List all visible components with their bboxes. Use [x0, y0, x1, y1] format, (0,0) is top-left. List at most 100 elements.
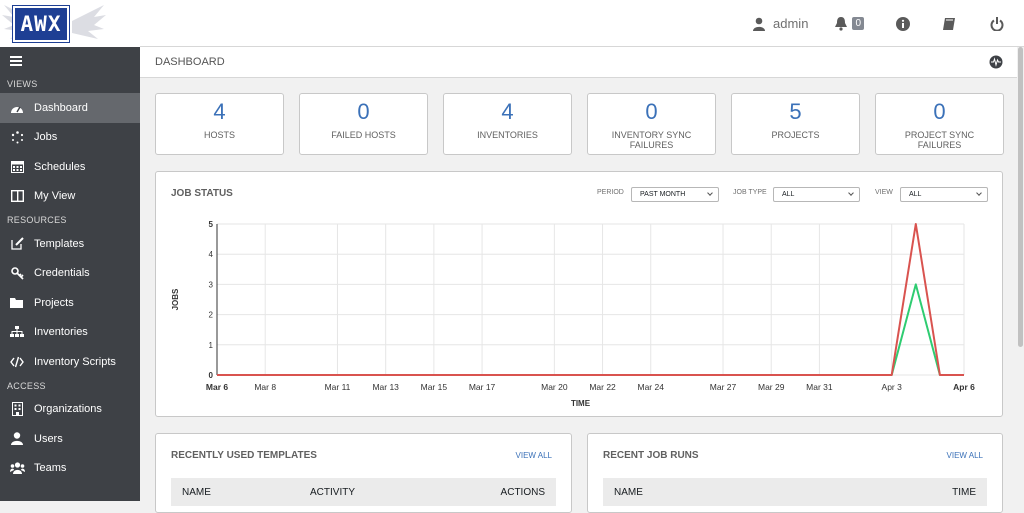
x-tick-label: Mar 20	[541, 382, 568, 392]
count-value: 5	[789, 99, 802, 124]
sidebar-item-schedules[interactable]: Schedules	[0, 152, 140, 182]
recent-templates-title: RECENTLY USED TEMPLATES	[171, 450, 317, 461]
view-label: VIEW	[875, 189, 893, 196]
sidebar-item-templates[interactable]: Templates	[0, 229, 140, 259]
sidebar-item-label: My View	[34, 190, 76, 203]
hamburger-icon	[10, 56, 22, 66]
sidebar-item-credentials[interactable]: Credentials	[0, 259, 140, 289]
count-label: INVENTORIES	[477, 130, 538, 140]
sidebar: VIEWS Dashboard Jobs Schedules My View RESOUR…	[0, 47, 140, 501]
sidebar-item-label: Inventories	[34, 326, 88, 339]
sidebar-item-projects[interactable]: Projects	[0, 288, 140, 318]
key-icon	[8, 266, 26, 280]
count-card-inventory-sync-failures[interactable]: 0 INVENTORY SYNC FAILURES	[587, 93, 716, 155]
sidebar-item-label: Templates	[34, 237, 85, 250]
column-header[interactable]: NAME	[182, 487, 211, 498]
breadcrumb: DASHBOARD	[140, 47, 1017, 78]
sidebar-item-organizations[interactable]: Organizations	[0, 395, 140, 425]
info-button[interactable]	[896, 0, 910, 47]
docs-button[interactable]	[942, 0, 956, 47]
page-scrollbar[interactable]	[1017, 47, 1024, 501]
sidebar-item-my-view[interactable]: My View	[0, 182, 140, 212]
count-card-projects[interactable]: 5 PROJECTS	[731, 93, 860, 155]
bell-icon	[835, 17, 848, 31]
x-tick-label: Mar 29	[758, 382, 785, 392]
power-icon	[990, 16, 1004, 31]
x-tick-label: Mar 17	[469, 382, 496, 392]
menu-toggle[interactable]	[0, 47, 140, 75]
sidebar-item-label: Teams	[34, 462, 67, 475]
job-status-title: JOB STATUS	[171, 188, 233, 199]
users-icon	[8, 461, 26, 475]
sidebar-item-label: Projects	[34, 296, 74, 309]
x-tick-label: Mar 13	[372, 382, 399, 392]
sidebar-item-label: Jobs	[34, 131, 58, 144]
chevron-down-icon	[848, 190, 854, 196]
count-value: 4	[213, 99, 226, 124]
count-card-failed-hosts[interactable]: 0 FAILED HOSTS	[299, 93, 428, 155]
job-status-chart: 0 1 2 3 4 5 Mar 6 Mar 8 Mar 11 Mar 13 Mar 15 Mar 17…	[171, 220, 975, 408]
user-menu[interactable]: admin	[753, 0, 808, 47]
job-type-label: JOB TYPE	[733, 189, 767, 196]
jobs-table-header: NAME TIME	[603, 478, 987, 506]
book-icon	[943, 17, 955, 30]
code-icon	[8, 355, 26, 369]
top-bar: AWX admin 0	[0, 0, 1024, 47]
view-value: ALL	[909, 191, 922, 198]
sidebar-section-title: ACCESS	[7, 380, 46, 391]
count-label: FAILED HOSTS	[331, 130, 396, 140]
logo-box: AWX	[12, 5, 70, 43]
chevron-down-icon	[707, 190, 713, 196]
y-tick-label: 4	[209, 250, 214, 259]
sidebar-item-dashboard[interactable]: Dashboard	[0, 93, 140, 123]
activity-stream-icon[interactable]	[989, 55, 1003, 69]
count-label: INVENTORY SYNC FAILURES	[611, 130, 692, 150]
sidebar-item-inventories[interactable]: Inventories	[0, 318, 140, 348]
job-type-value: ALL	[782, 191, 795, 198]
right-wing-icon	[72, 5, 106, 39]
sidebar-item-label: Schedules	[34, 160, 86, 173]
y-axis-title: JOBS	[171, 288, 180, 310]
templates-view-all-link[interactable]: VIEW ALL	[516, 451, 552, 460]
sidebar-item-inventory-scripts[interactable]: Inventory Scripts	[0, 347, 140, 377]
notifications-button[interactable]: 0	[834, 0, 864, 47]
chevron-down-icon	[976, 190, 982, 196]
sidebar-item-jobs[interactable]: Jobs	[0, 123, 140, 153]
sidebar-item-teams[interactable]: Teams	[0, 454, 140, 484]
job-status-panel: 0 1 2 3 4 5 Mar 6 Mar 8 Mar 11 Mar 13 Mar 15 Mar 17…	[155, 171, 1003, 417]
period-select[interactable]: PAST MONTH	[631, 187, 719, 202]
sidebar-section-title: RESOURCES	[7, 215, 67, 225]
x-tick-label: Mar 31	[806, 382, 833, 392]
sidebar-item-label: Credentials	[34, 267, 90, 280]
x-tick-label: Mar 11	[325, 382, 351, 392]
count-value: 0	[645, 99, 658, 124]
column-header[interactable]: ACTIVITY	[310, 487, 355, 498]
columns-icon	[8, 189, 26, 203]
count-card-inventories[interactable]: 4 INVENTORIES	[443, 93, 572, 155]
column-header[interactable]: NAME	[614, 487, 643, 498]
sidebar-item-users[interactable]: Users	[0, 424, 140, 454]
jobs-view-all-link[interactable]: VIEW ALL	[947, 451, 983, 460]
count-value: 0	[357, 99, 370, 124]
awx-logo[interactable]: AWX	[0, 0, 140, 47]
sidebar-nav: VIEWS Dashboard Jobs Schedules My View RESOUR…	[0, 75, 140, 483]
logout-button[interactable]	[990, 0, 1004, 47]
x-tick-label: Mar 27	[710, 382, 737, 392]
logo-text: AWX	[20, 12, 62, 36]
view-select[interactable]: ALL	[900, 187, 988, 202]
recent-job-runs-panel: RECENT JOB RUNS VIEW ALL NAME TIME	[587, 433, 1003, 513]
count-card-project-sync-failures[interactable]: 0 PROJECT SYNC FAILURES	[875, 93, 1004, 155]
dashboard-icon	[8, 101, 26, 115]
count-cards: 4 HOSTS 0 FAILED HOSTS 4 INVENTORIES 0 INVENTOR…	[155, 93, 1004, 155]
y-tick-label: 2	[209, 311, 214, 320]
scrollbar-thumb[interactable]	[1018, 47, 1023, 347]
count-label: HOSTS	[203, 130, 235, 140]
column-header: ACTIONS	[500, 486, 545, 498]
job-type-select[interactable]: ALL	[773, 187, 860, 202]
sidebar-item-label: Dashboard	[34, 101, 88, 114]
column-header[interactable]: TIME	[952, 487, 976, 498]
series-line	[217, 223, 964, 376]
calendar-icon	[8, 160, 26, 174]
username: admin	[773, 16, 809, 31]
count-card-hosts[interactable]: 4 HOSTS	[155, 93, 284, 155]
